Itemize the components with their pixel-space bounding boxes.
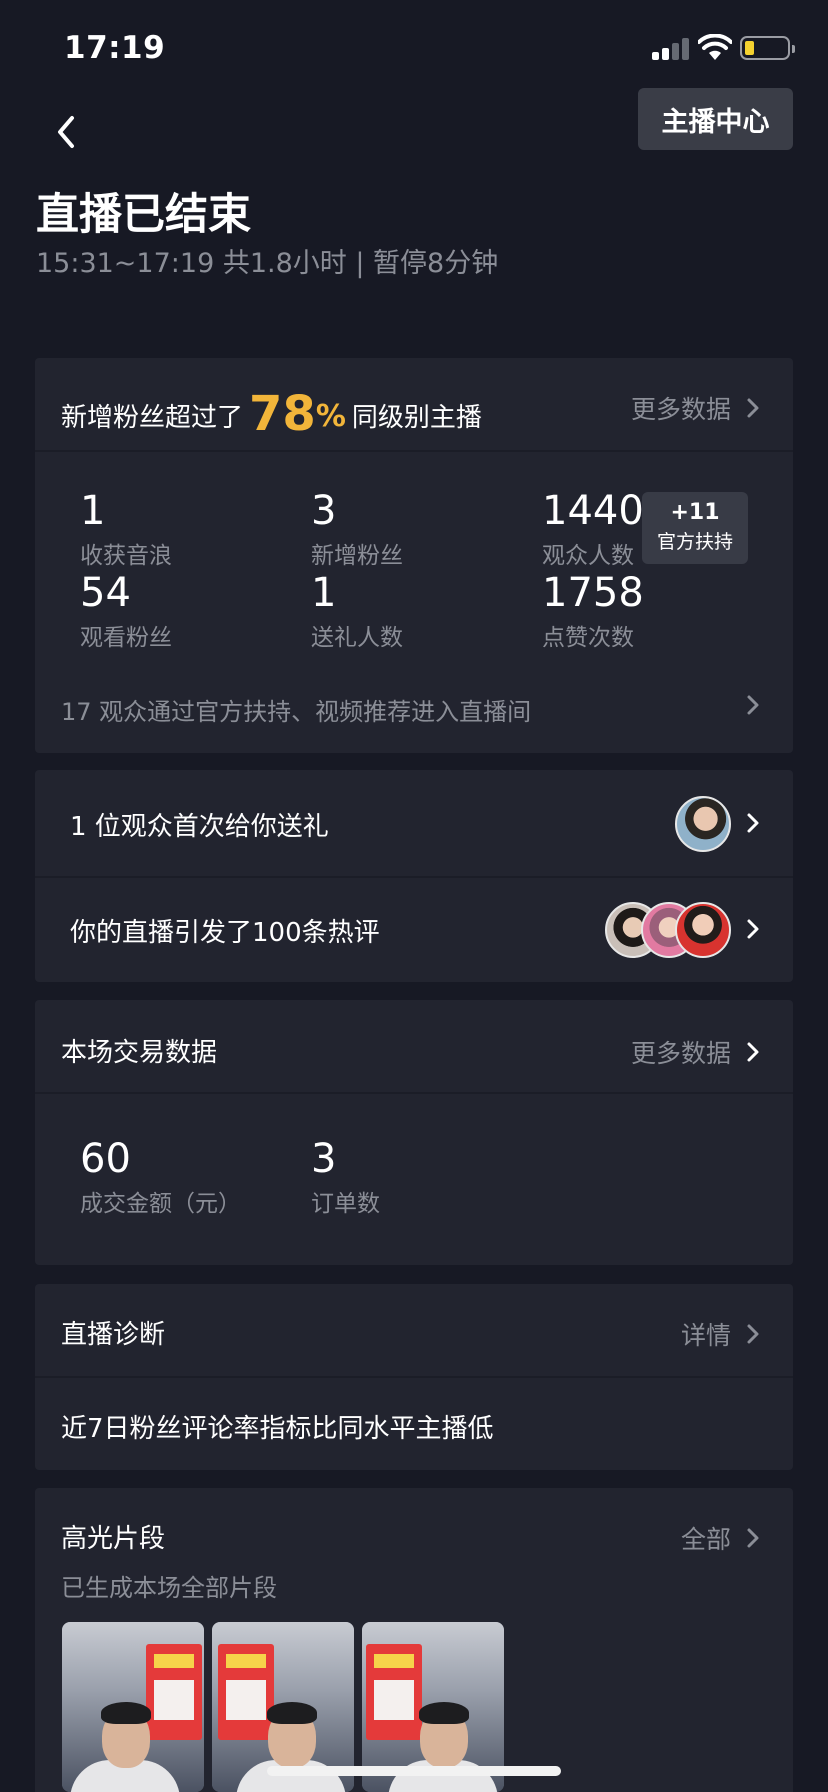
anchor-center-button[interactable]: 主播中心 [638, 88, 793, 150]
stat-new-fans: 3 新增粉丝 [311, 488, 403, 569]
chevron-right-icon [747, 398, 759, 418]
summary-more-link[interactable]: 更多数据 [631, 390, 761, 426]
first-gift-text: 1 位观众首次给你送礼 [70, 812, 329, 842]
wifi-icon [698, 34, 732, 60]
home-indicator[interactable] [267, 1766, 561, 1776]
avatar [675, 796, 731, 852]
highlights-all-link[interactable]: 全部 [681, 1520, 761, 1556]
trade-title: 本场交易数据 [61, 1038, 218, 1068]
diagnosis-card: 直播诊断 详情 近7日粉丝评论率指标比同水平主播低 [35, 1284, 793, 1470]
chevron-right-icon [747, 919, 759, 939]
first-gift-row[interactable]: 1 位观众首次给你送礼 [35, 770, 793, 876]
trade-more-link[interactable]: 更多数据 [631, 1034, 761, 1070]
live-duration: 15:31~17:19 共1.8小时 | 暂停8分钟 [36, 248, 499, 279]
signal-icon [652, 38, 692, 60]
chevron-right-icon [747, 1042, 759, 1062]
summary-card: 新增粉丝超过了 78% 同级别主播 更多数据 1 收获音浪 3 新增粉丝 1440 … [35, 358, 793, 753]
fans-growth-percent: 78 [249, 386, 316, 442]
highlights-subtitle: 已生成本场全部片段 [61, 1574, 277, 1602]
chevron-right-icon [747, 813, 759, 833]
trade-card: 本场交易数据 更多数据 60 成交金额（元） 3 订单数 [35, 1000, 793, 1265]
stat-gift-senders: 1 送礼人数 [311, 570, 403, 651]
stat-fan-viewers: 54 观看粉丝 [80, 570, 172, 651]
traffic-source-text[interactable]: 17 观众通过官方扶持、视频推荐进入直播间 [61, 692, 531, 727]
fans-growth-headline: 新增粉丝超过了 78% 同级别主播 [61, 386, 482, 442]
stat-gmv: 60 成交金额（元） [80, 1136, 241, 1217]
chevron-right-icon[interactable] [745, 694, 761, 716]
hot-comments-row[interactable]: 你的直播引发了100条热评 [35, 878, 793, 982]
status-time: 17:19 [64, 30, 166, 66]
page-title: 直播已结束 [36, 190, 251, 240]
avatar [675, 902, 731, 958]
audience-card: 1 位观众首次给你送礼 你的直播引发了100条热评 [35, 770, 793, 982]
stat-likes: 1758 点赞次数 [542, 570, 644, 651]
stat-orders: 3 订单数 [311, 1136, 380, 1217]
highlights-title: 高光片段 [61, 1524, 166, 1554]
diagnosis-details-link[interactable]: 详情 [681, 1316, 761, 1352]
stat-viewers: 1440 观众人数 [542, 488, 644, 569]
back-button[interactable] [48, 110, 88, 154]
battery-icon [740, 36, 795, 60]
diagnosis-text: 近7日粉丝评论率指标比同水平主播低 [61, 1414, 494, 1444]
stat-sound-waves: 1 收获音浪 [80, 488, 172, 569]
chevron-right-icon [747, 1528, 759, 1548]
status-bar: 17:19 [0, 0, 828, 100]
chevron-right-icon [747, 1324, 759, 1344]
official-support-badge[interactable]: +11 官方扶持 [642, 492, 748, 564]
highlight-clip-thumbnail[interactable] [62, 1622, 204, 1792]
diagnosis-title: 直播诊断 [61, 1320, 166, 1350]
hot-comments-text: 你的直播引发了100条热评 [70, 918, 380, 948]
